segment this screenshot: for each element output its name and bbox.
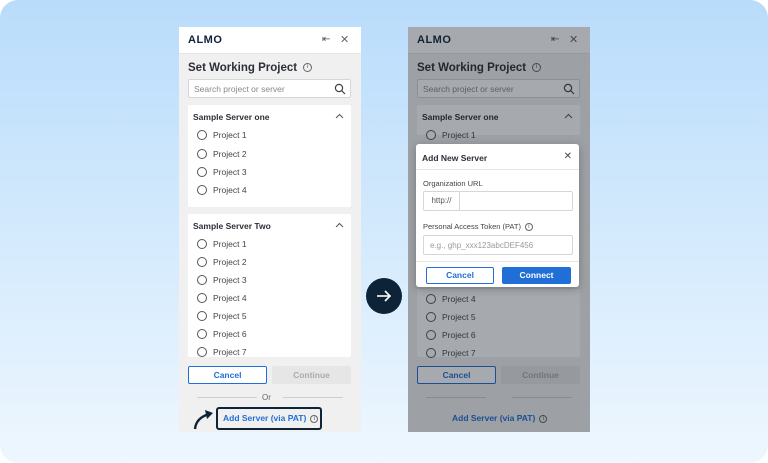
radio-button[interactable]	[197, 130, 207, 140]
radio-button[interactable]	[197, 347, 207, 357]
chevron-up-icon[interactable]	[335, 221, 344, 230]
search-icon[interactable]	[334, 83, 346, 95]
server-card: Sample Server one Project 1 Project 2 Pr…	[188, 105, 351, 207]
pat-label: Personal Access Token (PAT) i	[423, 222, 533, 232]
page-background	[0, 0, 768, 463]
divider	[197, 397, 257, 398]
radio-button[interactable]	[197, 239, 207, 249]
radio-button[interactable]	[197, 149, 207, 159]
modal-cancel-button[interactable]: Cancel	[426, 267, 494, 284]
project-label: Project 4	[213, 185, 247, 195]
highlight-box	[216, 407, 322, 430]
project-label: Project 1	[213, 239, 247, 249]
curved-arrow-icon	[193, 410, 213, 430]
pat-label-text: Personal Access Token (PAT)	[423, 222, 521, 231]
continue-button[interactable]: Continue	[272, 366, 351, 384]
project-label: Project 6	[213, 329, 247, 339]
server-name: Sample Server one	[193, 112, 270, 122]
divider	[416, 261, 579, 262]
pin-icon[interactable]: ⇤	[322, 34, 330, 45]
chevron-up-icon[interactable]	[335, 112, 344, 121]
radio-button[interactable]	[197, 167, 207, 177]
connect-button[interactable]: Connect	[502, 267, 571, 284]
arrow-right-icon	[377, 290, 392, 302]
app-logo: ALMO	[188, 34, 223, 46]
page-title: Set Working Project i	[188, 62, 313, 74]
org-url-label: Organization URL	[423, 179, 483, 188]
close-icon[interactable]: ✕	[564, 151, 572, 162]
search-input[interactable]: Search project or server	[188, 79, 351, 98]
project-label: Project 4	[213, 293, 247, 303]
project-label: Project 3	[213, 167, 247, 177]
modal-title: Add New Server	[422, 153, 488, 163]
or-text: Or	[262, 393, 271, 402]
url-prefix: http://	[424, 192, 460, 210]
radio-button[interactable]	[197, 293, 207, 303]
cancel-button[interactable]: Cancel	[188, 366, 267, 384]
radio-button[interactable]	[197, 185, 207, 195]
project-label: Project 5	[213, 311, 247, 321]
server-name: Sample Server Two	[193, 221, 271, 231]
project-label: Project 7	[213, 347, 247, 357]
info-icon[interactable]: i	[524, 223, 533, 232]
radio-button[interactable]	[197, 257, 207, 267]
pat-placeholder: e.g., ghp_xxx123abcDEF456	[430, 241, 534, 250]
right-panel: ALMO ⇤ ✕ Set Working Project i Search pro…	[408, 27, 590, 432]
close-icon[interactable]: ✕	[340, 33, 349, 46]
info-icon[interactable]: i	[303, 63, 313, 73]
page-title-text: Set Working Project	[188, 62, 298, 74]
project-label: Project 2	[213, 149, 247, 159]
radio-button[interactable]	[197, 311, 207, 321]
project-label: Project 3	[213, 275, 247, 285]
divider	[416, 169, 579, 170]
add-server-modal: Add New Server ✕ Organization URL http:/…	[416, 144, 579, 287]
project-label: Project 2	[213, 257, 247, 267]
radio-button[interactable]	[197, 329, 207, 339]
panel-header: ALMO ⇤ ✕	[179, 27, 361, 54]
next-step-arrow	[366, 278, 402, 314]
pat-input[interactable]: e.g., ghp_xxx123abcDEF456	[423, 235, 573, 255]
server-card: Sample Server Two Project 1 Project 2 Pr…	[188, 214, 351, 357]
radio-button[interactable]	[197, 275, 207, 285]
left-panel: ALMO ⇤ ✕ Set Working Project i Search pro…	[179, 27, 361, 432]
search-placeholder: Search project or server	[194, 84, 285, 94]
org-url-field[interactable]: http://	[423, 191, 573, 211]
project-label: Project 1	[213, 130, 247, 140]
divider	[283, 397, 343, 398]
